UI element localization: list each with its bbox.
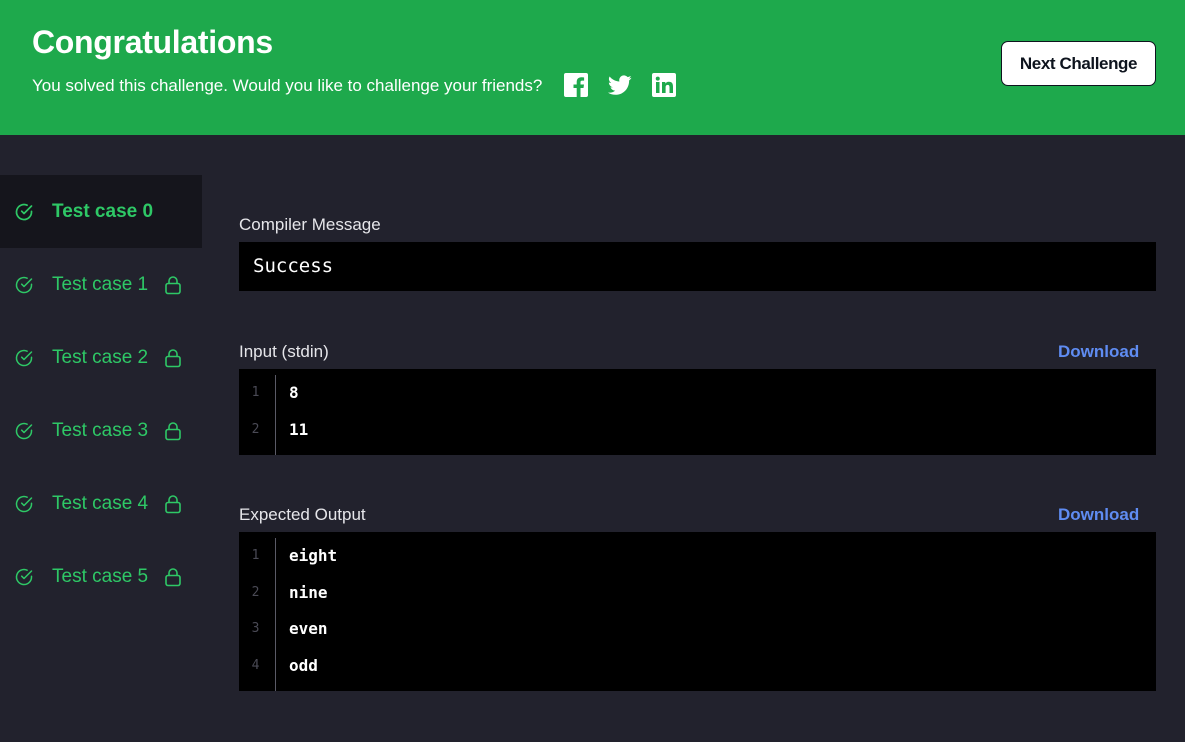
test-case-tab[interactable]: Test case 1 (0, 248, 202, 321)
test-case-label: Test case 1 (52, 273, 149, 295)
test-case-label: Test case 4 (52, 492, 149, 514)
success-banner: Congratulations You solved this challeng… (0, 0, 1185, 135)
expected-output-code-box: 1 2 3 4 eight nine even odd (239, 532, 1156, 691)
lock-icon (164, 567, 182, 587)
test-case-tab[interactable]: Test case 3 (0, 394, 202, 467)
code-line: odd (289, 655, 318, 675)
test-case-tab[interactable]: Test case 4 (0, 467, 202, 540)
line-number: 1 (251, 385, 260, 400)
next-challenge-button[interactable]: Next Challenge (1001, 41, 1156, 86)
input-label: Input (stdin) (239, 342, 329, 361)
code-lines: eight nine even odd (276, 538, 1156, 691)
banner-subtitle: You solved this challenge. Would you lik… (32, 76, 543, 95)
compiler-message-label: Compiler Message (239, 215, 381, 234)
code-line: nine (289, 582, 328, 602)
test-case-tab[interactable]: Test case 5 (0, 540, 202, 613)
test-case-tab[interactable]: Test case 2 (0, 321, 202, 394)
expected-output-download-link[interactable]: Download (1058, 505, 1139, 525)
test-case-label: Test case 0 (52, 200, 154, 222)
lock-icon (164, 275, 182, 295)
test-case-label: Test case 2 (52, 346, 149, 368)
line-number: 1 (251, 548, 260, 563)
code-line: 11 (289, 419, 309, 439)
line-number: 2 (251, 584, 260, 600)
code-line: even (289, 619, 328, 638)
linkedin-icon[interactable] (652, 73, 676, 97)
test-case-label: Test case 5 (52, 565, 149, 587)
check-circle-icon (14, 494, 34, 514)
lock-icon (164, 348, 182, 368)
test-case-tab[interactable]: Test case 0 (0, 175, 202, 248)
facebook-icon[interactable] (564, 73, 588, 97)
line-number-gutter: 1 2 3 4 (239, 538, 276, 691)
check-circle-icon (14, 421, 34, 441)
input-code-box: 1 2 8 11 (239, 369, 1156, 455)
twitter-icon[interactable] (608, 73, 632, 97)
input-download-link[interactable]: Download (1058, 342, 1139, 362)
code-line: eight (289, 546, 338, 565)
check-circle-icon (14, 275, 34, 295)
line-number-gutter: 1 2 (239, 375, 276, 455)
expected-output-label: Expected Output (239, 505, 366, 524)
compiler-message-box: Success (239, 242, 1156, 291)
test-case-label: Test case 3 (52, 419, 149, 441)
check-circle-icon (14, 567, 34, 587)
code-lines: 8 11 (276, 375, 1156, 455)
banner-title: Congratulations (32, 24, 273, 60)
line-number: 3 (251, 621, 260, 636)
code-line: 8 (289, 383, 299, 402)
check-circle-icon (14, 348, 34, 368)
test-case-list: Test case 0 Test case 1 Test case 2 Test… (0, 175, 202, 613)
line-number: 2 (251, 421, 260, 437)
line-number: 4 (251, 657, 260, 673)
check-circle-icon (14, 202, 34, 222)
lock-icon (164, 494, 182, 514)
lock-icon (164, 421, 182, 441)
